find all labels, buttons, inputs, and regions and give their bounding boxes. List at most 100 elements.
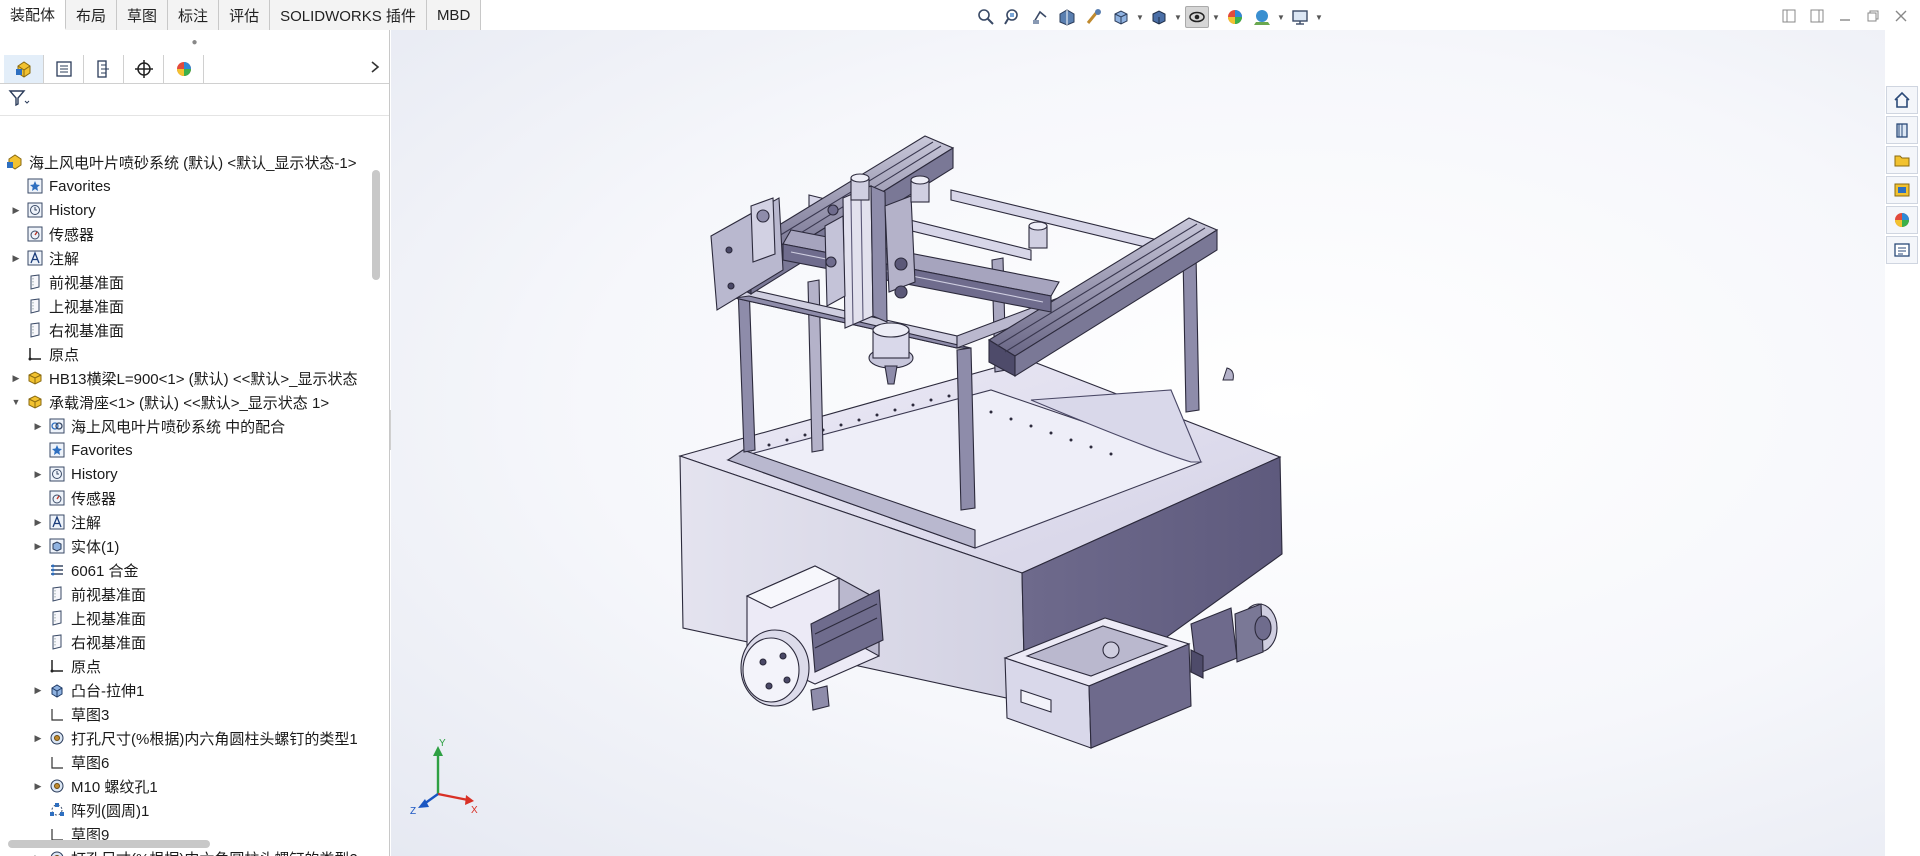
- tree-item[interactable]: ▶ 海上风电叶片喷砂系统 中的配合: [0, 414, 380, 438]
- tree-item-label: 右视基准面: [49, 322, 125, 340]
- chevron-down-icon[interactable]: ▼: [10, 396, 22, 408]
- displaymanager-tab[interactable]: [164, 54, 204, 83]
- tree-item[interactable]: 前视基准面: [0, 270, 380, 294]
- tree-item[interactable]: 上视基准面: [0, 294, 380, 318]
- tree-item[interactable]: 草图6: [0, 750, 380, 774]
- tree-item[interactable]: 原点: [0, 342, 380, 366]
- tree-item-label: 上视基准面: [71, 610, 147, 628]
- command-tab[interactable]: SOLIDWORKS 插件: [270, 0, 427, 30]
- tree-item[interactable]: ▶ HB13横梁L=900<1> (默认) <<默认>_显示状态: [0, 366, 380, 390]
- filter-icon[interactable]: [8, 89, 30, 111]
- command-tab[interactable]: 布局: [66, 0, 118, 30]
- tree-item-label: HB13横梁L=900<1> (默认) <<默认>_显示状态: [49, 370, 358, 388]
- display-style-icon[interactable]: [1147, 6, 1171, 28]
- panel-grip[interactable]: ●: [0, 30, 389, 54]
- tree-item[interactable]: 阵列(圆周)1: [0, 798, 380, 822]
- solidworks-resources-icon[interactable]: [1886, 86, 1918, 114]
- tree-item[interactable]: ▶ History: [0, 462, 380, 486]
- hide-show-dropdown-icon[interactable]: ▼: [1212, 6, 1220, 28]
- tree-item[interactable]: 右视基准面: [0, 630, 380, 654]
- tree-item-label: History: [49, 201, 96, 219]
- chevron-right-icon[interactable]: [369, 60, 381, 78]
- previous-view-icon[interactable]: [1028, 6, 1052, 28]
- view-settings-dropdown-icon[interactable]: ▼: [1315, 6, 1323, 28]
- zoom-to-fit-icon[interactable]: [974, 6, 998, 28]
- tree-item-label: 6061 合金: [71, 562, 139, 580]
- featuremanager-tab[interactable]: [4, 54, 44, 83]
- tree-item[interactable]: 草图3: [0, 702, 380, 726]
- tree-item[interactable]: Favorites: [0, 174, 380, 198]
- hide-show-items-icon[interactable]: [1185, 6, 1209, 28]
- tree-item[interactable]: ▶ History: [0, 198, 380, 222]
- chevron-right-icon[interactable]: ▶: [32, 420, 44, 432]
- apply-scene-dropdown-icon[interactable]: ▼: [1277, 6, 1285, 28]
- custom-properties-icon[interactable]: [1886, 236, 1918, 264]
- tree-item[interactable]: ▶ 打孔尺寸(%根据)内六角圆柱头螺钉的类型1: [0, 726, 380, 750]
- restore-icon[interactable]: [1864, 7, 1882, 25]
- minimize-icon[interactable]: [1836, 7, 1854, 25]
- chevron-right-icon[interactable]: ▶: [32, 540, 44, 552]
- chevron-right-icon[interactable]: ▶: [32, 516, 44, 528]
- tile-right-icon[interactable]: [1808, 7, 1826, 25]
- chevron-right-icon[interactable]: ▶: [32, 684, 44, 696]
- command-tab[interactable]: 草图: [117, 0, 169, 30]
- command-tab[interactable]: 装配体: [0, 0, 67, 30]
- part-icon: [26, 369, 44, 387]
- tile-left-icon[interactable]: [1780, 7, 1798, 25]
- chevron-right-icon[interactable]: ▶: [10, 372, 22, 384]
- tree-item[interactable]: 原点: [0, 654, 380, 678]
- chevron-right-icon[interactable]: ▶: [32, 468, 44, 480]
- command-tab[interactable]: 标注: [168, 0, 220, 30]
- view-orientation-dropdown-icon[interactable]: ▼: [1136, 6, 1144, 28]
- tree-item-label: 阵列(圆周)1: [71, 802, 150, 820]
- chevron-right-icon[interactable]: ▶: [10, 204, 22, 216]
- tree-item[interactable]: ▼ 承载滑座<1> (默认) <<默认>_显示状态 1>: [0, 390, 380, 414]
- tree-item[interactable]: 上视基准面: [0, 606, 380, 630]
- appearances-icon[interactable]: [1886, 206, 1918, 234]
- chevron-right-icon[interactable]: ▶: [32, 732, 44, 744]
- view-palette-icon[interactable]: [1886, 176, 1918, 204]
- tree-item[interactable]: ▶ 实体(1): [0, 534, 380, 558]
- command-tab[interactable]: MBD: [426, 0, 482, 30]
- view-settings-icon[interactable]: [1288, 6, 1312, 28]
- tree-item[interactable]: 传感器: [0, 486, 380, 510]
- assembly-model[interactable]: [391, 30, 1885, 856]
- tree-root-label: 海上风电叶片喷砂系统 (默认) <默认_显示状态-1>: [29, 154, 357, 172]
- command-tab[interactable]: 评估: [219, 0, 271, 30]
- tree-item[interactable]: 右视基准面: [0, 318, 380, 342]
- tree-item[interactable]: ▶ 凸台-拉伸1: [0, 678, 380, 702]
- propertymanager-tab[interactable]: [44, 54, 84, 83]
- tree-item[interactable]: ▶ M10 螺纹孔1: [0, 774, 380, 798]
- dynamic-annotation-icon[interactable]: [1082, 6, 1106, 28]
- tree-item[interactable]: 前视基准面: [0, 582, 380, 606]
- tree-item[interactable]: 6061 合金: [0, 558, 380, 582]
- display-style-dropdown-icon[interactable]: ▼: [1174, 6, 1182, 28]
- tree-root[interactable]: 海上风电叶片喷砂系统 (默认) <默认_显示状态-1>: [0, 150, 380, 174]
- chevron-right-icon[interactable]: ▶: [32, 852, 44, 856]
- graphics-area[interactable]: [391, 30, 1885, 856]
- tree-horizontal-scrollbar[interactable]: [8, 840, 210, 848]
- section-view-icon[interactable]: [1055, 6, 1079, 28]
- task-pane: [1886, 86, 1920, 264]
- chevron-right-icon[interactable]: ▶: [32, 780, 44, 792]
- configurationmanager-tab[interactable]: [84, 54, 124, 83]
- apply-scene-icon[interactable]: [1250, 6, 1274, 28]
- tree-item-label: 实体(1): [71, 538, 120, 556]
- panel-tabs: [0, 54, 389, 84]
- view-orientation-icon[interactable]: [1109, 6, 1133, 28]
- file-explorer-icon[interactable]: [1886, 146, 1918, 174]
- tree-item[interactable]: Favorites: [0, 438, 380, 462]
- close-icon[interactable]: [1892, 7, 1910, 25]
- zoom-area-icon[interactable]: [1001, 6, 1025, 28]
- tree-vertical-scrollbar[interactable]: [372, 170, 380, 280]
- design-library-icon[interactable]: [1886, 116, 1918, 144]
- tree-item[interactable]: ▶ 注解: [0, 246, 380, 270]
- tree-item[interactable]: ▶ 注解: [0, 510, 380, 534]
- dimxpert-tab[interactable]: [124, 54, 164, 83]
- tree-item[interactable]: 传感器: [0, 222, 380, 246]
- chevron-right-icon[interactable]: ▶: [10, 252, 22, 264]
- edit-appearance-icon[interactable]: [1223, 6, 1247, 28]
